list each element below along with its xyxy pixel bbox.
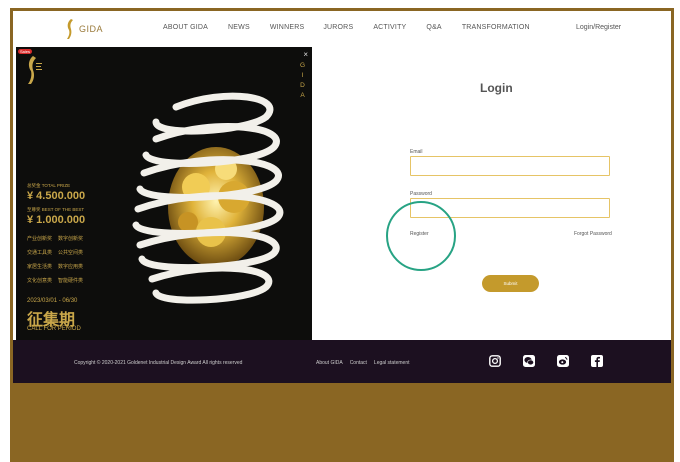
golden-sculpture-illustration [132,92,284,304]
footer-link-legal[interactable]: Legal statement [374,360,410,366]
site-footer: Copyright © 2020-2021 Goldenet Industria… [13,340,671,383]
instagram-icon[interactable] [489,355,501,367]
category-6: 数字应用类 [58,264,84,270]
poster-logo-icon [28,56,42,84]
call-dates: 2023/03/01 - 06/30 [27,298,78,304]
login-title: Login [480,81,513,95]
best-prize-label: 至尊奖 BEST OF THE BEST [27,207,85,212]
category-3: 交通工具类 [27,250,53,256]
nav-transformation[interactable]: TRANSFORMATION [462,24,530,31]
best-prize-amount: ¥ 1.000.000 [27,214,86,226]
forgot-password-link[interactable]: Forgot Password [574,231,612,237]
total-prize-label: 总奖金 TOTAL PRIZE [27,183,71,188]
facebook-icon[interactable] [591,355,603,367]
copyright-text: Copyright © 2020-2021 Goldenet Industria… [74,360,243,366]
total-prize-amount: ¥ 4.500.000 [27,190,86,202]
wechat-icon[interactable] [523,355,535,367]
nav-activity[interactable]: ACTIVITY [373,24,406,31]
page-frame: GIDA ABOUT GIDA NEWS WINNERS JURORS ACTI… [10,8,674,462]
weibo-icon[interactable] [557,355,569,367]
nav-news[interactable]: NEWS [228,24,250,31]
footer-link-contact[interactable]: Contact [350,360,367,366]
email-label: Email [410,149,423,155]
submit-button[interactable]: Submit [482,275,539,292]
category-2: 数字创新奖 [58,236,84,242]
logo-text: GIDA [79,24,104,34]
nav-about-gida[interactable]: ABOUT GIDA [163,24,208,31]
category-4: 公共空间类 [58,250,84,256]
call-period-en: CALL FOR PERIOD [27,326,81,332]
promo-poster[interactable]: Sales × G I D A 总奖金 TOTAL PRIZE ¥ 4.500.… [16,47,312,340]
nav-jurors[interactable]: JURORS [323,24,353,31]
category-5: 家居生活类 [27,264,53,270]
nav-qa[interactable]: Q&A [426,24,441,31]
poster-badge: Sales [18,49,33,54]
email-field[interactable] [410,156,610,176]
password-label: Password [410,191,432,197]
category-7: 文化创意类 [27,278,53,284]
site-header: GIDA ABOUT GIDA NEWS WINNERS JURORS ACTI… [13,11,671,47]
site-logo[interactable]: GIDA [65,18,103,40]
nav-winners[interactable]: WINNERS [270,24,304,31]
footer-link-about[interactable]: About GIDA [316,360,343,366]
website-viewport: GIDA ABOUT GIDA NEWS WINNERS JURORS ACTI… [13,11,671,383]
login-register-link[interactable]: Login/Register [576,24,621,31]
category-8: 智能硬件类 [58,278,84,284]
annotation-circle [386,201,456,271]
poster-close-icon[interactable]: × [303,50,308,59]
footer-links: About GIDA Contact Legal statement [316,360,410,366]
category-1: 产业创新奖 [27,236,53,242]
main-nav: ABOUT GIDA NEWS WINNERS JURORS ACTIVITY … [163,24,530,31]
poster-vertical-brand: G I D A [299,62,307,99]
logo-mark-icon [67,19,73,39]
